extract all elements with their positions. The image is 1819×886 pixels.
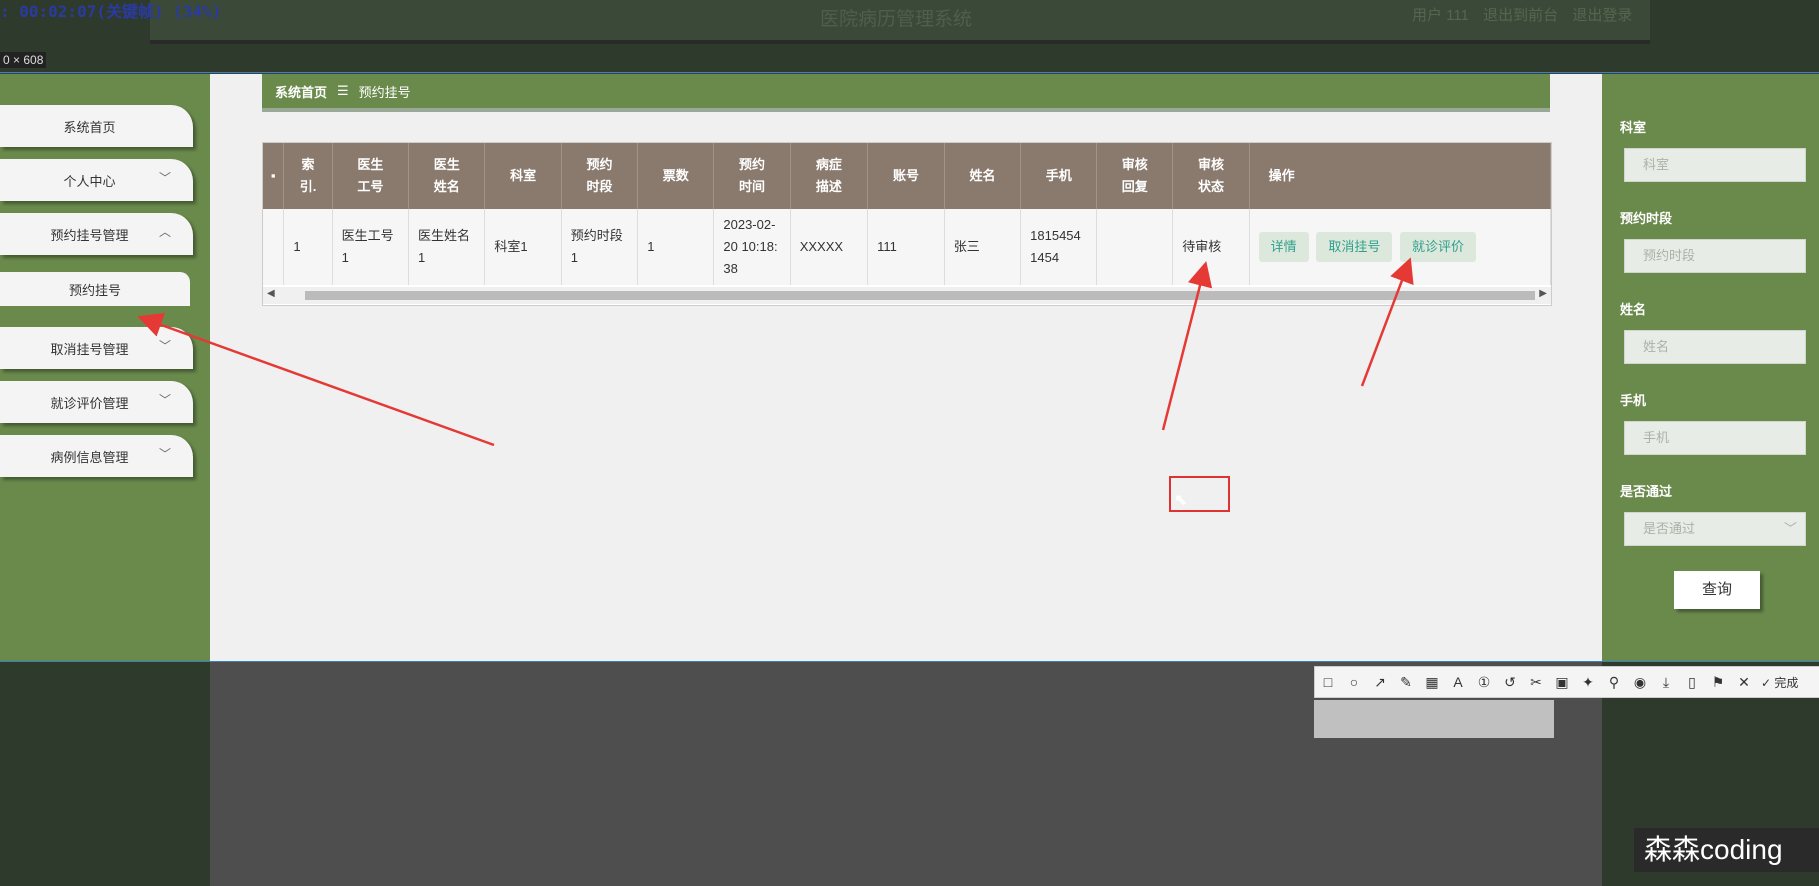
annotation-arrow-status (1161, 261, 1213, 431)
annotation-overlay (137, 257, 1414, 447)
mouse-cursor-icon: ⬉ (1174, 492, 1188, 509)
annotation-arrow-sidebar (137, 313, 495, 447)
annotation-arrow-actions (1360, 257, 1414, 387)
